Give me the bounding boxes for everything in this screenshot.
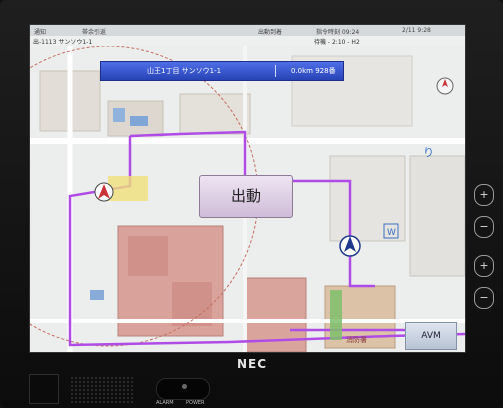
banner-separator [275, 65, 276, 77]
status-led [182, 384, 187, 389]
power-label: POWER [186, 400, 205, 406]
status-date: 2/11 9:28 [402, 27, 431, 34]
banner-distance: 0.0km 928番 [291, 67, 336, 75]
scroll-up-button[interactable]: + [474, 255, 494, 277]
sub-bar-status: 待機 - 2:10 - H2 [314, 39, 360, 46]
map-label-station: 消防署 [346, 335, 367, 344]
banner-location: 山王1丁目 サンソウ1-1 [147, 67, 222, 75]
status-dispatch-time: 指令時刻 09:24 [316, 29, 360, 36]
status-arrival: 出動到着 [258, 29, 283, 36]
zoom-in-button[interactable]: + [474, 184, 494, 206]
speaker-grille [70, 376, 134, 404]
control-knob[interactable] [156, 378, 210, 400]
status-bar: 通知 帯余引返 出動到着 指令時刻 09:24 2/11 9:28 [30, 25, 465, 36]
map-poi-w: W [387, 228, 396, 238]
screen: 通知 帯余引返 出動到着 指令時刻 09:24 2/11 9:28 出-1113… [29, 24, 466, 353]
brand-logo: NEC [237, 357, 268, 371]
scroll-down-button[interactable]: − [474, 287, 494, 309]
status-mode: 帯余引返 [82, 29, 107, 36]
power-switch[interactable] [29, 374, 59, 404]
zoom-out-button[interactable]: − [474, 216, 494, 238]
alarm-label: ALARM [156, 400, 174, 406]
destination-banner: 山王1丁目 サンソウ1-1 0.0km 928番 [100, 61, 344, 81]
svg-text:り: り [423, 146, 434, 159]
status-notice: 通知 [34, 29, 47, 36]
dispatch-button[interactable]: 出動 [199, 175, 293, 218]
sub-bar-address: 出-1113 サンソウ1-1 [33, 39, 93, 46]
avm-button[interactable]: AVM [405, 322, 457, 350]
